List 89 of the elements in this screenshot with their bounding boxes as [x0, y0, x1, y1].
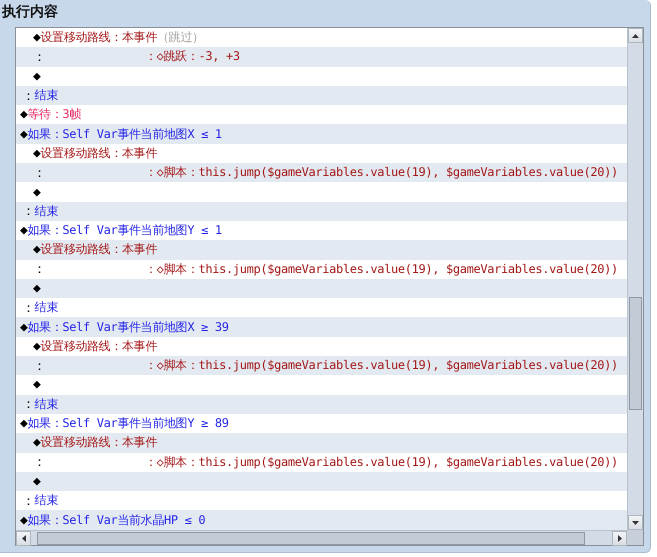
- horizontal-scrollbar[interactable]: [16, 530, 627, 545]
- scroll-up-button[interactable]: [628, 28, 643, 43]
- command-marker: ◆: [20, 126, 28, 142]
- command-row[interactable]: ◆设置移动路线：本事件: [16, 336, 627, 356]
- command-row[interactable]: ◆如果：Self Var事件当前地图Y ≤ 1: [16, 220, 627, 240]
- command-row[interactable]: ： ：◇脚本：this.jump($gameVariables.value(19), $gameVariables.value(20)): [16, 163, 627, 182]
- separator-mark: ：: [22, 203, 35, 220]
- right-arrow-icon: [618, 534, 622, 542]
- panel-title: 执行内容: [0, 2, 59, 20]
- separator-mark: ：: [33, 262, 46, 278]
- command-text: 结束: [34, 202, 58, 220]
- scroll-down-button[interactable]: [628, 515, 643, 530]
- command-row[interactable]: ◆: [16, 182, 627, 202]
- command-text: ：◇脚本：this.jump($gameVariables.value(19), $gameVariables.value(20)): [145, 454, 618, 471]
- command-row[interactable]: ：结束: [16, 394, 627, 414]
- command-row[interactable]: ◆等待：3帧: [16, 105, 627, 124]
- vertical-scrollbar[interactable]: [627, 28, 643, 530]
- command-marker: ◆: [33, 377, 40, 392]
- command-marker: ◆: [20, 416, 28, 432]
- separator-mark: ：: [33, 358, 46, 374]
- scrollbar-corner: [627, 530, 643, 545]
- command-row[interactable]: ◆设置移动路线：本事件: [16, 144, 627, 164]
- command-marker: ◆: [20, 320, 28, 335]
- command-text: 如果：Self Var事件当前地图X ≤ 1: [27, 126, 222, 143]
- command-text: 设置移动路线：本事件: [40, 29, 157, 46]
- command-marker: ◆: [33, 474, 40, 489]
- command-row[interactable]: ：结束: [16, 86, 627, 106]
- separator-mark: ：: [33, 455, 46, 470]
- command-row[interactable]: ◆设置移动路线：本事件: [16, 433, 627, 453]
- command-marker: ◆: [20, 512, 28, 528]
- command-marker: ◆: [33, 146, 40, 161]
- command-text: ：◇脚本：this.jump($gameVariables.value(19), $gameVariables.value(20)): [145, 164, 618, 182]
- command-text: 如果：Self Var事件当前地图Y ≤ 1: [27, 222, 222, 240]
- command-marker: ◆: [33, 184, 40, 200]
- command-text: 设置移动路线：本事件: [40, 338, 157, 355]
- scrollbar-thumb[interactable]: [37, 532, 585, 544]
- command-row[interactable]: ：结束: [16, 298, 627, 318]
- command-text: （跳过）: [157, 29, 204, 46]
- separator-mark: ：: [22, 300, 35, 317]
- command-text: ：◇脚本：this.jump($gameVariables.value(19), $gameVariables.value(20)): [145, 260, 618, 278]
- command-text: 设置移动路线：本事件: [40, 241, 157, 258]
- command-row[interactable]: ◆如果：Self Var事件当前地图Y ≥ 89: [16, 414, 627, 434]
- command-marker: ◆: [33, 435, 40, 450]
- command-row[interactable]: ◆如果：Self Var事件当前地图X ≤ 1: [16, 124, 627, 144]
- command-row[interactable]: ◆: [16, 278, 627, 298]
- command-row[interactable]: ： ：◇脚本：this.jump($gameVariables.value(19), $gameVariables.value(20)): [16, 356, 627, 376]
- command-marker: ◆: [33, 242, 40, 258]
- command-text: 结束: [34, 492, 58, 510]
- separator-mark: ：: [33, 166, 46, 181]
- left-arrow-icon: [22, 534, 26, 542]
- command-row[interactable]: ：结束: [16, 491, 627, 510]
- command-text: 设置移动路线：本事件: [40, 434, 157, 452]
- command-text: 结束: [34, 396, 58, 413]
- command-text: 结束: [34, 299, 58, 316]
- command-marker: ◆: [20, 107, 28, 122]
- separator-mark: ：: [22, 396, 35, 414]
- command-list[interactable]: [15, 27, 644, 546]
- command-text: 等待：3帧: [27, 106, 81, 124]
- command-text: 如果：Self Var事件当前地图X ≥ 39: [27, 318, 229, 336]
- command-marker: ◆: [33, 30, 40, 46]
- separator-mark: ：: [33, 50, 46, 65]
- up-arrow-icon: [632, 34, 639, 38]
- command-text: 设置移动路线：本事件: [40, 144, 157, 162]
- command-text: 如果：Self Var当前水晶HP ≤ 0: [27, 512, 206, 529]
- scrollbar-thumb[interactable]: [629, 297, 642, 410]
- command-row[interactable]: ◆如果：Self Var事件当前地图X ≥ 39: [16, 317, 627, 337]
- command-row[interactable]: ◆: [16, 472, 627, 492]
- command-marker: ◆: [33, 281, 40, 296]
- command-marker: ◆: [33, 68, 40, 84]
- separator-mark: ：: [22, 492, 35, 510]
- command-row[interactable]: ： ：◇跳跃：-3, +3: [16, 47, 627, 67]
- down-arrow-icon: [632, 520, 639, 524]
- command-row[interactable]: ◆如果：Self Var当前水晶HP ≤ 0: [16, 510, 627, 530]
- scroll-left-button[interactable]: [16, 530, 31, 546]
- separator-mark: ：: [22, 88, 35, 105]
- command-text: 结束: [34, 87, 58, 104]
- command-row[interactable]: ：结束: [16, 202, 627, 221]
- command-text: ：◇跳跃：-3, +3: [145, 48, 240, 66]
- command-row[interactable]: ◆设置移动路线：本事件: [16, 240, 627, 260]
- command-marker: ◆: [33, 338, 40, 354]
- command-row[interactable]: ： ：◇脚本：this.jump($gameVariables.value(19), $gameVariables.value(20)): [16, 260, 627, 279]
- command-text: ：◇脚本：this.jump($gameVariables.value(19), $gameVariables.value(20)): [145, 357, 618, 374]
- command-text: 如果：Self Var事件当前地图Y ≥ 89: [27, 415, 229, 432]
- command-row[interactable]: ◆设置移动路线：本事件（跳过）: [16, 28, 627, 48]
- command-row[interactable]: ◆: [16, 375, 627, 395]
- scroll-right-button[interactable]: [612, 530, 627, 546]
- command-marker: ◆: [20, 223, 28, 238]
- command-row[interactable]: ： ：◇脚本：this.jump($gameVariables.value(19), $gameVariables.value(20)): [16, 452, 627, 472]
- command-row[interactable]: ◆: [16, 66, 627, 86]
